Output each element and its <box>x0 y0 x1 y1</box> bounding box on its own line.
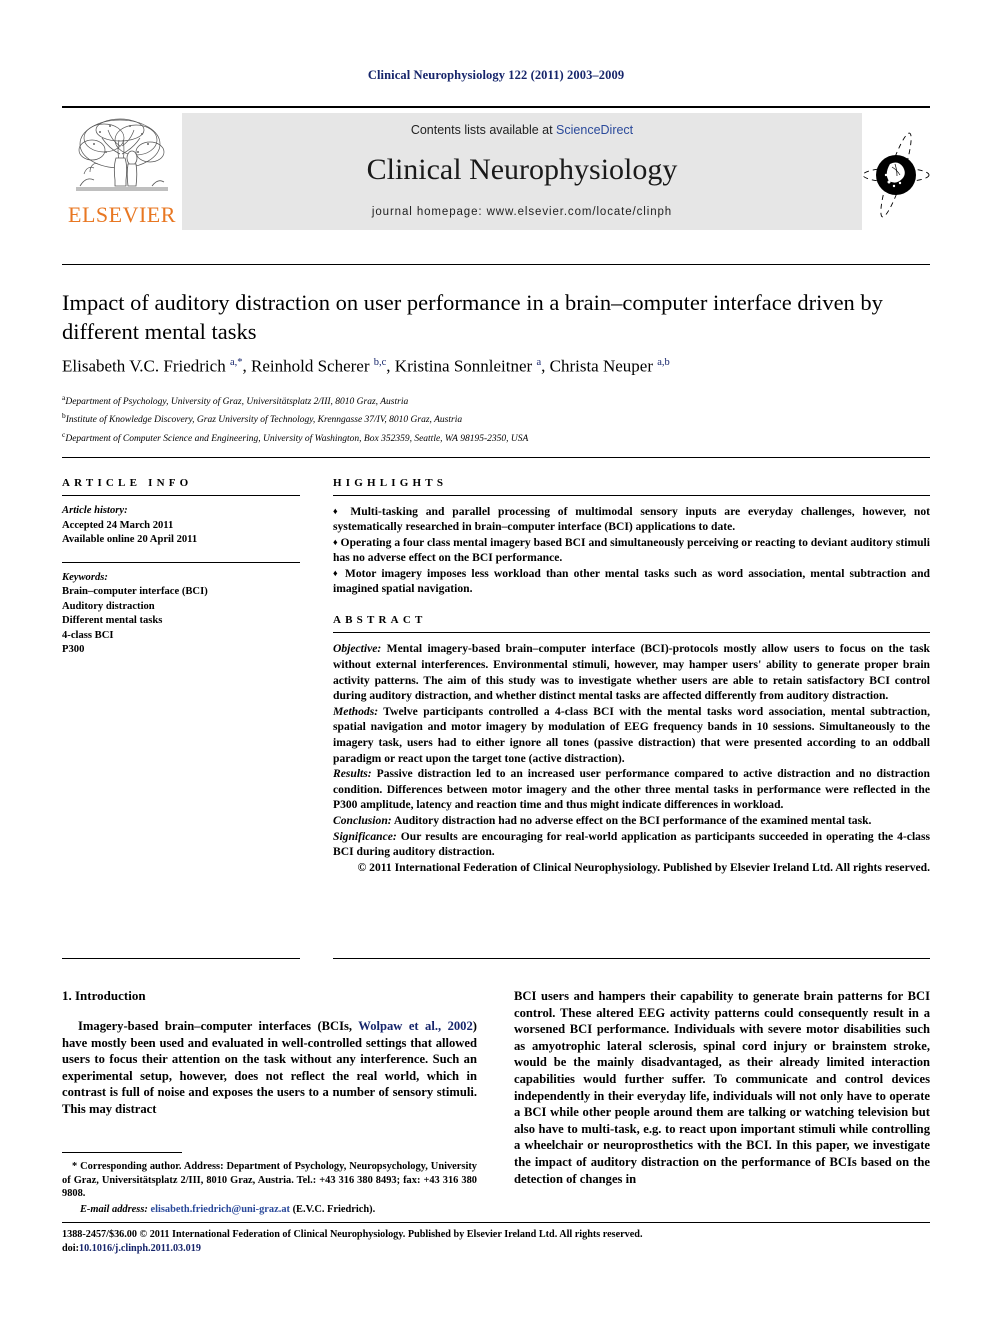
info-column-bottom-rule <box>62 958 300 959</box>
sciencedirect-link[interactable]: ScienceDirect <box>556 123 633 137</box>
abstract-section-text: Mental imagery-based brain–computer inte… <box>333 642 930 703</box>
affiliation-text: Department of Computer Science and Engin… <box>65 433 529 444</box>
issn-copyright-line: 1388-2457/$36.00 © 2011 International Fe… <box>62 1229 643 1240</box>
intro-paragraph-right: BCI users and hampers their capability t… <box>514 989 930 1186</box>
intro-paragraph-left: Imagery-based brain–computer interfaces … <box>62 1018 477 1118</box>
title-top-rule <box>62 264 930 265</box>
keywords-block: Keywords: Brain–computer interface (BCI)… <box>62 561 300 658</box>
abstract-section: Conclusion: Auditory distraction had no … <box>333 813 930 829</box>
abstract-rule <box>333 632 930 634</box>
article-info-column: ARTICLE INFO Article history: Accepted 2… <box>62 477 300 658</box>
running-head: Clinical Neurophysiology 122 (2011) 2003… <box>367 68 625 82</box>
journal-emblem-icon <box>862 130 930 220</box>
highlight-item: ♦ Motor imagery imposes less workload th… <box>333 566 930 597</box>
elsevier-tree-icon <box>70 114 174 204</box>
highlights-rule <box>333 495 930 496</box>
article-history-label: Article history: <box>62 505 128 516</box>
citation-link[interactable]: Wolpaw et al., 2002 <box>358 1019 472 1033</box>
keyword-item: Brain–computer interface (BCI) <box>62 586 208 597</box>
article-history-online: Available online 20 April 2011 <box>62 534 198 545</box>
abstract-section-label: Methods: <box>333 704 379 718</box>
abstract-section-text: Auditory distraction had no adverse effe… <box>391 813 872 827</box>
keyword-item: 4-class BCI <box>62 629 114 641</box>
intro-text-post: ) have mostly been used and evaluated in… <box>62 1019 477 1116</box>
highlights-abstract-column: HIGHLIGHTS ♦ Multi-tasking and parallel … <box>333 477 930 875</box>
abstract-heading: ABSTRACT <box>333 614 427 627</box>
abstract-section: Results: Passive distraction led to an i… <box>333 766 930 813</box>
journal-title: Clinical Neurophysiology <box>366 153 678 186</box>
affiliation-item: cDepartment of Computer Science and Engi… <box>62 428 930 446</box>
keywords-label: Keywords: <box>62 571 108 583</box>
email-label: E-mail address: <box>80 1203 148 1215</box>
abstract-section: Objective: Mental imagery-based brain–co… <box>333 641 930 703</box>
author-list: Elisabeth V.C. Friedrich a,*, Reinhold S… <box>62 356 670 376</box>
abstract-section-label: Significance: <box>333 829 397 843</box>
abstract-body: Objective: Mental imagery-based brain–co… <box>333 641 930 875</box>
highlight-text: Motor imagery imposes less workload than… <box>333 566 930 596</box>
highlight-text: Operating a four class mental imagery ba… <box>333 535 930 565</box>
abstract-section-text: Our results are encouraging for real-wor… <box>333 829 930 859</box>
keyword-item: Auditory distraction <box>62 600 155 612</box>
footnote-address-text: Corresponding author. Address: Departmen… <box>62 1161 477 1200</box>
highlights-heading: HIGHLIGHTS <box>333 477 448 489</box>
email-owner: (E.V.C. Friedrich). <box>289 1203 376 1215</box>
affiliation-item: aDepartment of Psychology, University of… <box>62 391 930 409</box>
intro-text-pre: Imagery-based brain–computer interfaces … <box>78 1019 359 1033</box>
elsevier-logo: ELSEVIER <box>62 112 180 230</box>
footnote-email-line: E-mail address: elisabeth.friedrich@uni-… <box>62 1203 477 1217</box>
keyword-item: Different mental tasks <box>62 615 163 626</box>
info-section-top-rule <box>62 457 930 458</box>
doi-link[interactable]: 10.1016/j.clinph.2011.03.019 <box>79 1243 201 1254</box>
journal-homepage[interactable]: journal homepage: www.elsevier.com/locat… <box>182 206 862 218</box>
section-heading-introduction: 1. Introduction <box>62 988 146 1003</box>
doi-label: doi: <box>62 1242 79 1254</box>
journal-banner: Contents lists available at ScienceDirec… <box>182 113 862 230</box>
journal-masthead: ELSEVIER Contents lists available at Sci… <box>62 110 930 230</box>
email-link[interactable]: elisabeth.friedrich@uni-graz.at <box>150 1204 290 1215</box>
diamond-bullet-icon: ♦ <box>333 567 340 578</box>
keywords-rule <box>62 561 300 563</box>
paper-page: Clinical Neurophysiology 122 (2011) 2003… <box>0 0 992 1323</box>
affiliation-text: Institute of Knowledge Discovery, Graz U… <box>65 415 463 426</box>
footnote-address-line: * Corresponding author. Address: Departm… <box>62 1160 477 1201</box>
elsevier-wordmark: ELSEVIER <box>68 202 176 227</box>
abstract-section: Methods: Twelve participants controlled … <box>333 704 930 766</box>
abstract-copyright: © 2011 International Federation of Clini… <box>357 860 930 874</box>
abstract-bottom-rule <box>333 958 930 959</box>
abstract-section-text: Twelve participants controlled a 4-class… <box>333 704 930 765</box>
article-history-accepted: Accepted 24 March 2011 <box>62 519 174 531</box>
footnote-rule <box>62 1152 182 1153</box>
highlights-list: ♦ Multi-tasking and parallel processing … <box>333 504 930 596</box>
masthead-top-rule <box>62 106 930 108</box>
page-title: Impact of auditory distraction on user p… <box>62 290 883 344</box>
abstract-section-label: Objective: <box>333 642 382 656</box>
abstract-section-text: Passive distraction led to an increased … <box>333 767 930 812</box>
diamond-bullet-icon: ♦ <box>333 506 343 516</box>
affiliation-list: aDepartment of Psychology, University of… <box>62 391 930 446</box>
doi-line: doi:10.1016/j.clinph.2011.03.019 <box>62 1242 930 1256</box>
highlight-item: ♦ Operating a four class mental imagery … <box>333 535 930 566</box>
abstract-section-label: Results: <box>333 767 372 781</box>
page-footer: 1388-2457/$36.00 © 2011 International Fe… <box>62 1228 930 1255</box>
abstract-section: Significance: Our results are encouragin… <box>333 829 930 860</box>
highlight-text: Multi-tasking and parallel processing of… <box>333 505 931 534</box>
keyword-item: P300 <box>62 644 85 655</box>
diamond-bullet-icon: ♦ <box>333 536 338 547</box>
article-info-rule <box>62 495 300 496</box>
contents-line: Contents lists available at ScienceDirec… <box>182 123 862 137</box>
affiliation-item: bInstitute of Knowledge Discovery, Graz … <box>62 409 930 427</box>
article-info-heading: ARTICLE INFO <box>62 477 193 489</box>
body-left-column: 1. Introduction Imagery-based brain–comp… <box>62 988 477 1118</box>
corresponding-author-footnote: * Corresponding author. Address: Departm… <box>62 1160 477 1216</box>
contents-prefix: Contents lists available at <box>410 123 557 137</box>
affiliation-text: Department of Psychology, University of … <box>65 397 409 408</box>
abstract-section-label: Conclusion: <box>333 813 392 827</box>
highlight-item: ♦ Multi-tasking and parallel processing … <box>333 504 930 535</box>
footer-rule <box>62 1222 930 1223</box>
body-right-column: BCI users and hampers their capability t… <box>514 988 930 1187</box>
